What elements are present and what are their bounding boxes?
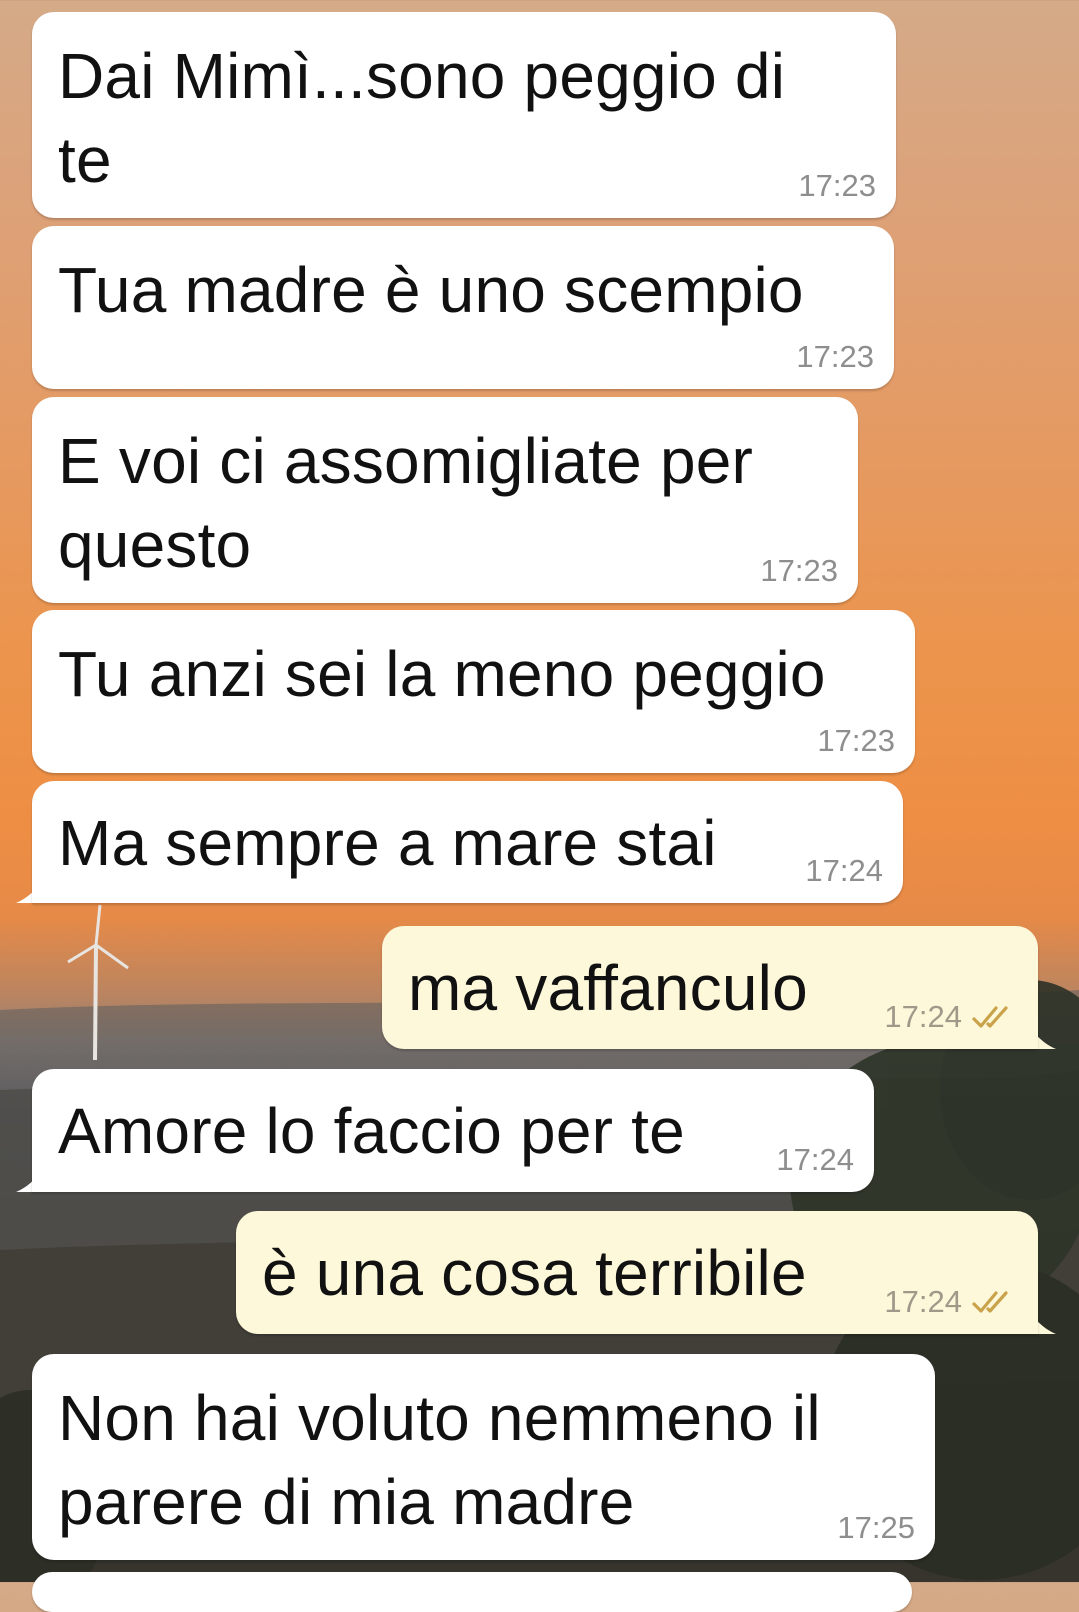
- message-text: Amore lo faccio per te: [58, 1095, 685, 1167]
- message-meta: 17:23: [796, 339, 874, 375]
- message-time: 17:23: [760, 553, 838, 588]
- message-meta: 17:23: [817, 723, 895, 759]
- message-bubble[interactable]: Dai Mimì...sono peggio di te 17:23: [32, 12, 896, 218]
- message-time: 17:24: [884, 1284, 962, 1319]
- message-text: Non hai voluto nemmeno il parere di mia …: [58, 1382, 821, 1538]
- message-bubble[interactable]: E voi ci assomigliate per questo 17:23: [32, 397, 858, 603]
- message-bubble[interactable]: Non hai voluto nemmeno il parere di mia …: [32, 1354, 935, 1560]
- message-time: 17:24: [805, 853, 883, 888]
- message-bubble-outgoing[interactable]: è una cosa terribile 17:24: [236, 1211, 1038, 1334]
- message-meta: 17:24: [884, 999, 1018, 1035]
- message-meta: 17:25: [837, 1510, 915, 1546]
- double-check-icon: [972, 1291, 1008, 1313]
- message-text: Dai Mimì...sono peggio di te: [58, 40, 786, 196]
- double-check-icon: [972, 1006, 1008, 1028]
- message-meta: 17:24: [884, 1284, 1018, 1320]
- message-time: 17:23: [798, 168, 876, 203]
- message-bubble[interactable]: Amore lo faccio per te 17:24: [32, 1069, 874, 1192]
- message-time: 17:23: [796, 339, 874, 374]
- message-text: Tua madre è uno scempio: [58, 254, 804, 326]
- message-text: Tu anzi sei la meno peggio: [58, 638, 826, 710]
- message-text: è una cosa terribile: [262, 1237, 807, 1309]
- message-meta: 17:23: [760, 553, 838, 589]
- message-bubble-outgoing[interactable]: ma vaffanculo 17:24: [382, 926, 1038, 1049]
- message-time: 17:25: [837, 1510, 915, 1545]
- message-text: Ma sempre a mare stai: [58, 807, 717, 879]
- message-meta: 17:23: [798, 168, 876, 204]
- message-time: 17:24: [884, 999, 962, 1034]
- message-time: 17:23: [817, 723, 895, 758]
- message-bubble-partial[interactable]: [32, 1572, 912, 1612]
- message-time: 17:24: [776, 1142, 854, 1177]
- message-meta: 17:24: [805, 853, 883, 889]
- message-bubble[interactable]: Tu anzi sei la meno peggio 17:23: [32, 610, 915, 773]
- message-text: E voi ci assomigliate per questo: [58, 425, 754, 581]
- message-text: ma vaffanculo: [408, 952, 808, 1024]
- message-meta: 17:24: [776, 1142, 854, 1178]
- message-bubble[interactable]: Tua madre è uno scempio 17:23: [32, 226, 894, 389]
- message-bubble[interactable]: Ma sempre a mare stai 17:24: [32, 781, 903, 903]
